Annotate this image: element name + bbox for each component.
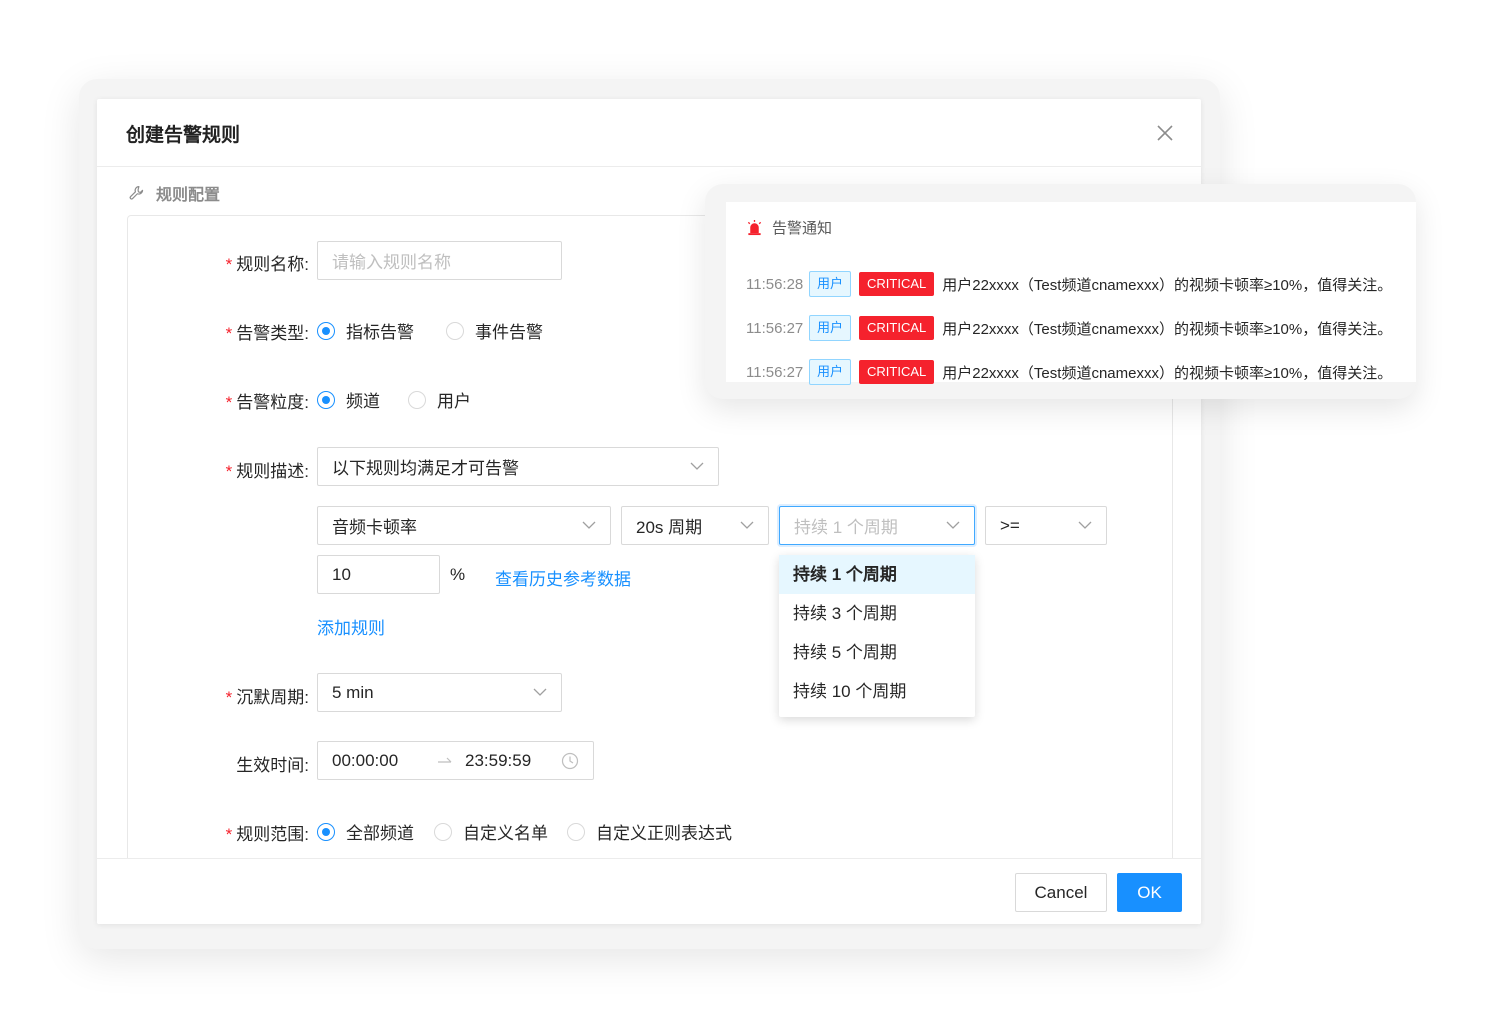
radio-event-alert[interactable]: 事件告警 — [446, 318, 543, 343]
radio-dot — [408, 390, 426, 409]
radio-dot-checked — [317, 390, 335, 409]
select-value: 20s 周期 — [636, 518, 703, 537]
chevron-down-icon — [1078, 521, 1092, 529]
rule-name-label: * 规则名称: — [225, 255, 309, 274]
chevron-down-icon — [533, 688, 547, 696]
arrow-right-icon — [438, 757, 452, 763]
radio-label: 自定义正则表达式 — [596, 824, 732, 843]
time-range-picker[interactable]: 00:00:00 23:59:59 — [317, 741, 594, 780]
notification-time: 11:56:27 — [746, 363, 804, 381]
scope-label: * 规则范围: — [225, 825, 309, 844]
radio-custom-regex[interactable]: 自定义正则表达式 — [567, 819, 732, 844]
alarm-icon — [747, 219, 762, 236]
radio-dot-checked — [317, 822, 335, 841]
rule-name-input[interactable]: 请输入规则名称 — [317, 241, 562, 280]
radio-label: 自定义名单 — [463, 824, 548, 843]
end-time: 23:59:59 — [465, 750, 532, 770]
wrench-icon — [129, 186, 144, 200]
modal-title: 创建告警规则 — [126, 125, 241, 146]
close-button[interactable] — [1153, 121, 1177, 145]
notification-message: 用户22xxxx（Test频道cnamexxx）的视频卡顿率≥10%，值得关注。 — [942, 276, 1393, 294]
radio-channel[interactable]: 频道 — [317, 387, 380, 412]
select-placeholder: 持续 1 个周期 — [794, 518, 898, 537]
period-select[interactable]: 20s 周期 — [621, 506, 769, 545]
radio-user[interactable]: 用户 — [408, 387, 471, 412]
dropdown-item-duration-10[interactable]: 持续 10 个周期 — [779, 672, 975, 711]
alert-type-label: * 告警类型: — [225, 324, 309, 343]
notification-time: 11:56:28 — [746, 275, 804, 293]
notification-item[interactable]: 11:56:27 用户 CRITICAL 用户22xxxx（Test频道cnam… — [746, 359, 1392, 385]
modal-header: 创建告警规则 — [97, 99, 1201, 167]
radio-label: 指标告警 — [346, 323, 414, 342]
user-tag: 用户 — [809, 271, 852, 297]
close-icon — [1157, 125, 1173, 141]
notification-message: 用户22xxxx（Test频道cnamexxx）的视频卡顿率≥10%，值得关注。 — [942, 320, 1393, 338]
notification-title: 告警通知 — [746, 217, 832, 238]
notification-list: 告警通知 11:56:28 用户 CRITICAL 用户22xxxx（Test频… — [726, 202, 1416, 385]
chevron-down-icon — [946, 521, 960, 529]
duration-dropdown-menu: 持续 1 个周期 持续 3 个周期 持续 5 个周期 持续 10 个周期 — [779, 555, 975, 717]
radio-metric-alert[interactable]: 指标告警 — [317, 318, 414, 343]
notification-message: 用户22xxxx（Test频道cnamexxx）的视频卡顿率≥10%，值得关注。 — [942, 364, 1393, 382]
notification-item[interactable]: 11:56:27 用户 CRITICAL 用户22xxxx（Test频道cnam… — [746, 315, 1392, 341]
dropdown-item-duration-5[interactable]: 持续 5 个周期 — [779, 633, 975, 672]
section-title: 规则配置 — [128, 181, 220, 205]
dropdown-item-duration-1[interactable]: 持续 1 个周期 — [779, 555, 975, 594]
radio-label: 事件告警 — [475, 323, 543, 342]
add-rule-link[interactable]: 添加规则 — [317, 614, 385, 639]
rule-desc-label: * 规则描述: — [225, 462, 309, 481]
select-value: 音频卡顿率 — [332, 518, 417, 537]
threshold-input[interactable]: 10 — [317, 555, 440, 594]
radio-all-channels[interactable]: 全部频道 — [317, 819, 414, 844]
rule-desc-select[interactable]: 以下规则均满足才可告警 — [317, 447, 719, 486]
input-value: 10 — [332, 564, 351, 584]
critical-badge: CRITICAL — [859, 272, 935, 296]
granularity-label: * 告警粒度: — [225, 393, 309, 412]
critical-badge: CRITICAL — [859, 360, 935, 384]
notification-time: 11:56:27 — [746, 319, 804, 337]
metric-select[interactable]: 音频卡顿率 — [317, 506, 611, 545]
radio-dot — [446, 321, 464, 340]
alert-notification-panel: 告警通知 11:56:28 用户 CRITICAL 用户22xxxx（Test频… — [705, 184, 1416, 399]
user-tag: 用户 — [809, 315, 852, 341]
dropdown-item-duration-3[interactable]: 持续 3 个周期 — [779, 594, 975, 633]
granularity-radio-group: 频道 用户 — [317, 387, 499, 412]
section-title-text: 规则配置 — [156, 187, 221, 204]
radio-dot — [567, 822, 585, 841]
radio-label: 全部频道 — [346, 824, 414, 843]
radio-dot — [434, 822, 452, 841]
select-value: 5 min — [332, 682, 374, 702]
radio-label: 频道 — [346, 392, 380, 411]
radio-custom-list[interactable]: 自定义名单 — [434, 819, 548, 844]
operator-select[interactable]: >= — [985, 506, 1107, 545]
user-tag: 用户 — [809, 359, 852, 385]
cancel-button[interactable]: Cancel — [1015, 873, 1107, 912]
chevron-down-icon — [582, 521, 596, 529]
history-data-link[interactable]: 查看历史参考数据 — [495, 565, 631, 590]
radio-dot-checked — [317, 321, 335, 340]
start-time: 00:00:00 — [332, 750, 399, 770]
silence-label: * 沉默周期: — [225, 688, 309, 707]
radio-label: 用户 — [437, 392, 471, 411]
rule-name-placeholder: 请输入规则名称 — [332, 253, 451, 272]
silence-select[interactable]: 5 min — [317, 673, 562, 712]
select-value: >= — [1000, 515, 1020, 535]
chevron-down-icon — [740, 521, 754, 529]
unit-label: % — [450, 565, 466, 584]
ok-button[interactable]: OK — [1117, 873, 1182, 912]
select-value: 以下规则均满足才可告警 — [332, 459, 519, 478]
scope-radio-group: 全部频道 自定义名单 自定义正则表达式 — [317, 819, 760, 844]
critical-badge: CRITICAL — [859, 316, 935, 340]
effective-time-label: 生效时间: — [236, 756, 309, 775]
duration-select[interactable]: 持续 1 个周期 — [779, 506, 975, 545]
alert-type-radio-group: 指标告警 事件告警 — [317, 318, 571, 343]
notification-item[interactable]: 11:56:28 用户 CRITICAL 用户22xxxx（Test频道cnam… — [746, 271, 1392, 297]
clock-icon — [561, 752, 579, 770]
notification-title-text: 告警通知 — [772, 220, 833, 237]
chevron-down-icon — [690, 462, 704, 470]
